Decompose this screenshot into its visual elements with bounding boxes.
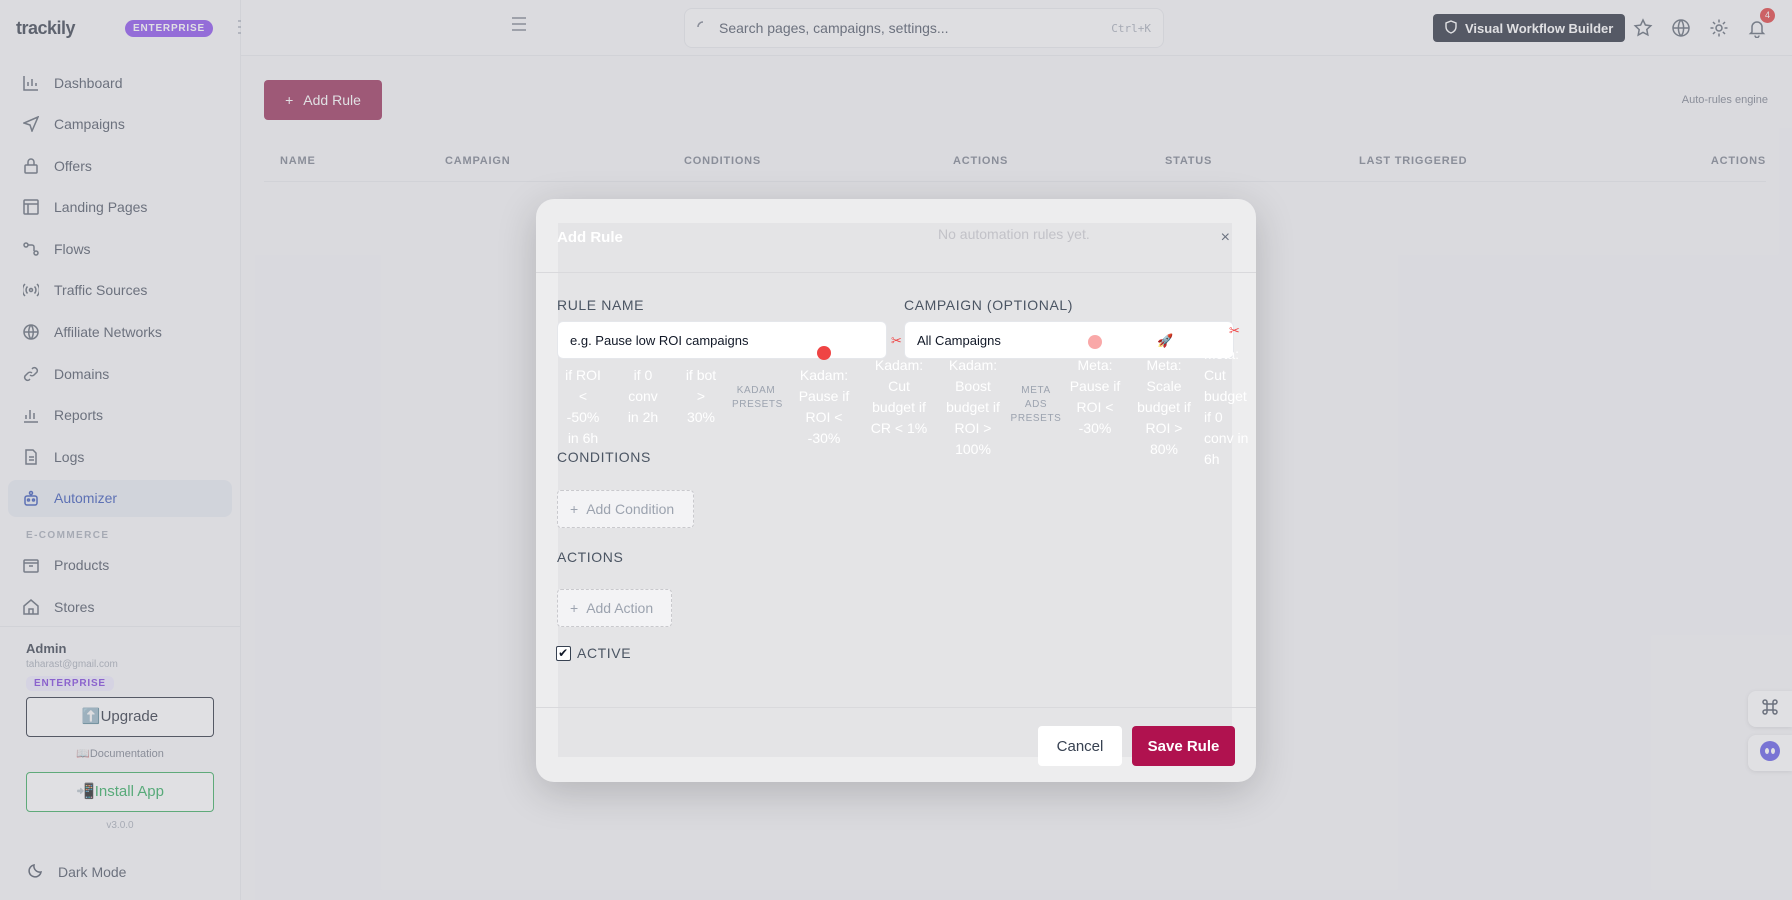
active-checkbox[interactable]: ✔: [556, 645, 571, 661]
modal-footer-divider: [536, 707, 1256, 708]
scissors-icon: ✂: [891, 333, 902, 348]
red-circle-icon: [817, 346, 831, 360]
active-label: ACTIVE: [577, 645, 632, 661]
add-rule-modal: No automation rules yet. Add Rule × RULE…: [536, 199, 1256, 782]
empty-state-text: No automation rules yet.: [938, 226, 1090, 242]
actions-label: ACTIONS: [557, 549, 624, 565]
preset-kadam-cut-budget[interactable]: Kadam: Cut budget if CR < 1%: [869, 355, 929, 439]
active-toggle-row: ✔ ACTIVE: [556, 645, 631, 661]
preset-meta-scale-budget[interactable]: Meta: Scale budget if ROI > 80%: [1134, 355, 1194, 460]
red-circle-icon: [1088, 335, 1102, 349]
conditions-label: CONDITIONS: [557, 449, 651, 465]
plus-icon: +: [570, 501, 579, 517]
close-icon[interactable]: ×: [1221, 229, 1230, 247]
preset-bot-traffic[interactable]: if bot > 30%: [684, 365, 718, 428]
preset-meta-pause[interactable]: Meta: Pause if ROI < -30%: [1068, 355, 1122, 439]
campaign-label: CAMPAIGN (OPTIONAL): [904, 297, 1074, 313]
campaign-select[interactable]: All Campaigns: [904, 321, 1234, 359]
add-condition-label: Add Condition: [586, 501, 675, 517]
add-condition-button[interactable]: + Add Condition: [557, 490, 694, 528]
rocket-icon: 🚀: [1157, 333, 1174, 348]
rule-name-input[interactable]: e.g. Pause low ROI campaigns: [557, 321, 887, 359]
save-rule-button[interactable]: Save Rule: [1132, 726, 1235, 766]
rule-name-label: RULE NAME: [557, 297, 645, 313]
preset-zero-conv[interactable]: if 0 conv in 2h: [624, 365, 662, 428]
meta-presets-heading: META ADS PRESETS: [1010, 385, 1062, 424]
plus-icon: +: [570, 600, 579, 616]
preset-roi-pause[interactable]: if ROI < -50% in 6h: [561, 365, 605, 449]
kadam-presets-heading: KADAM PRESETS: [732, 385, 783, 410]
cancel-button[interactable]: Cancel: [1038, 726, 1122, 766]
add-action-label: Add Action: [586, 600, 654, 616]
add-action-button[interactable]: + Add Action: [557, 589, 672, 627]
preset-meta-cut-budget[interactable]: Meta: Cut budget if 0 conv in 6h: [1204, 344, 1254, 470]
preset-kadam-pause[interactable]: Kadam: Pause if ROI < -30%: [792, 365, 856, 449]
preset-kadam-boost-budget[interactable]: Kadam: Boost budget if ROI > 100%: [941, 355, 1005, 460]
modal-title: Add Rule: [557, 229, 623, 246]
modal-divider: [536, 272, 1256, 273]
scissors-icon: ✂: [1229, 323, 1240, 338]
